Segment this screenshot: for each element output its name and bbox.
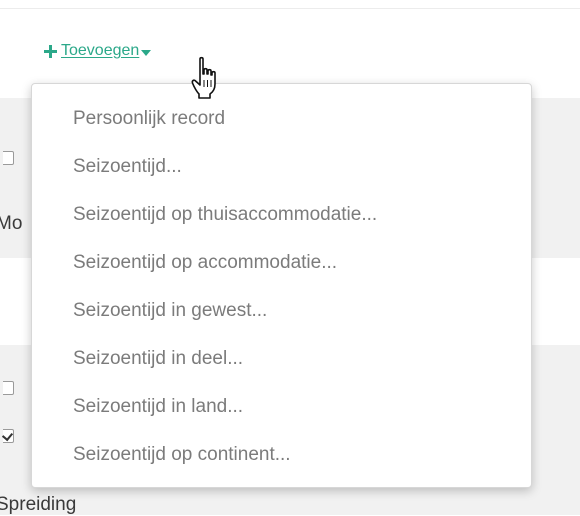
top-divider [0, 8, 580, 9]
add-button[interactable]: Toevoegen [44, 42, 152, 60]
background-checkbox-checked[interactable] [3, 429, 14, 443]
background-checkbox[interactable] [3, 151, 14, 165]
plus-icon [44, 44, 57, 58]
background-label: Spreiding [0, 494, 77, 515]
menu-item-seizoentijd-thuisaccommodatie[interactable]: Seizoentijd op thuisaccommodatie... [32, 191, 531, 239]
background-checkbox[interactable] [3, 381, 14, 395]
menu-item-seizoentijd-accommodatie[interactable]: Seizoentijd op accommodatie... [32, 239, 531, 287]
menu-item-seizoentijd-land[interactable]: Seizoentijd in land... [32, 383, 531, 431]
add-dropdown-menu: Persoonlijk record Seizoentijd... Seizoe… [31, 83, 532, 488]
menu-item-seizoentijd-gewest[interactable]: Seizoentijd in gewest... [32, 287, 531, 335]
add-button-label: Toevoegen [61, 42, 140, 59]
menu-item-seizoentijd[interactable]: Seizoentijd... [32, 143, 531, 191]
menu-item-seizoentijd-deel[interactable]: Seizoentijd in deel... [32, 335, 531, 383]
background-label: Mo [0, 213, 23, 234]
menu-item-persoonlijk-record[interactable]: Persoonlijk record [32, 95, 531, 143]
menu-item-seizoentijd-continent[interactable]: Seizoentijd op continent... [32, 431, 531, 479]
caret-down-icon [141, 50, 152, 56]
